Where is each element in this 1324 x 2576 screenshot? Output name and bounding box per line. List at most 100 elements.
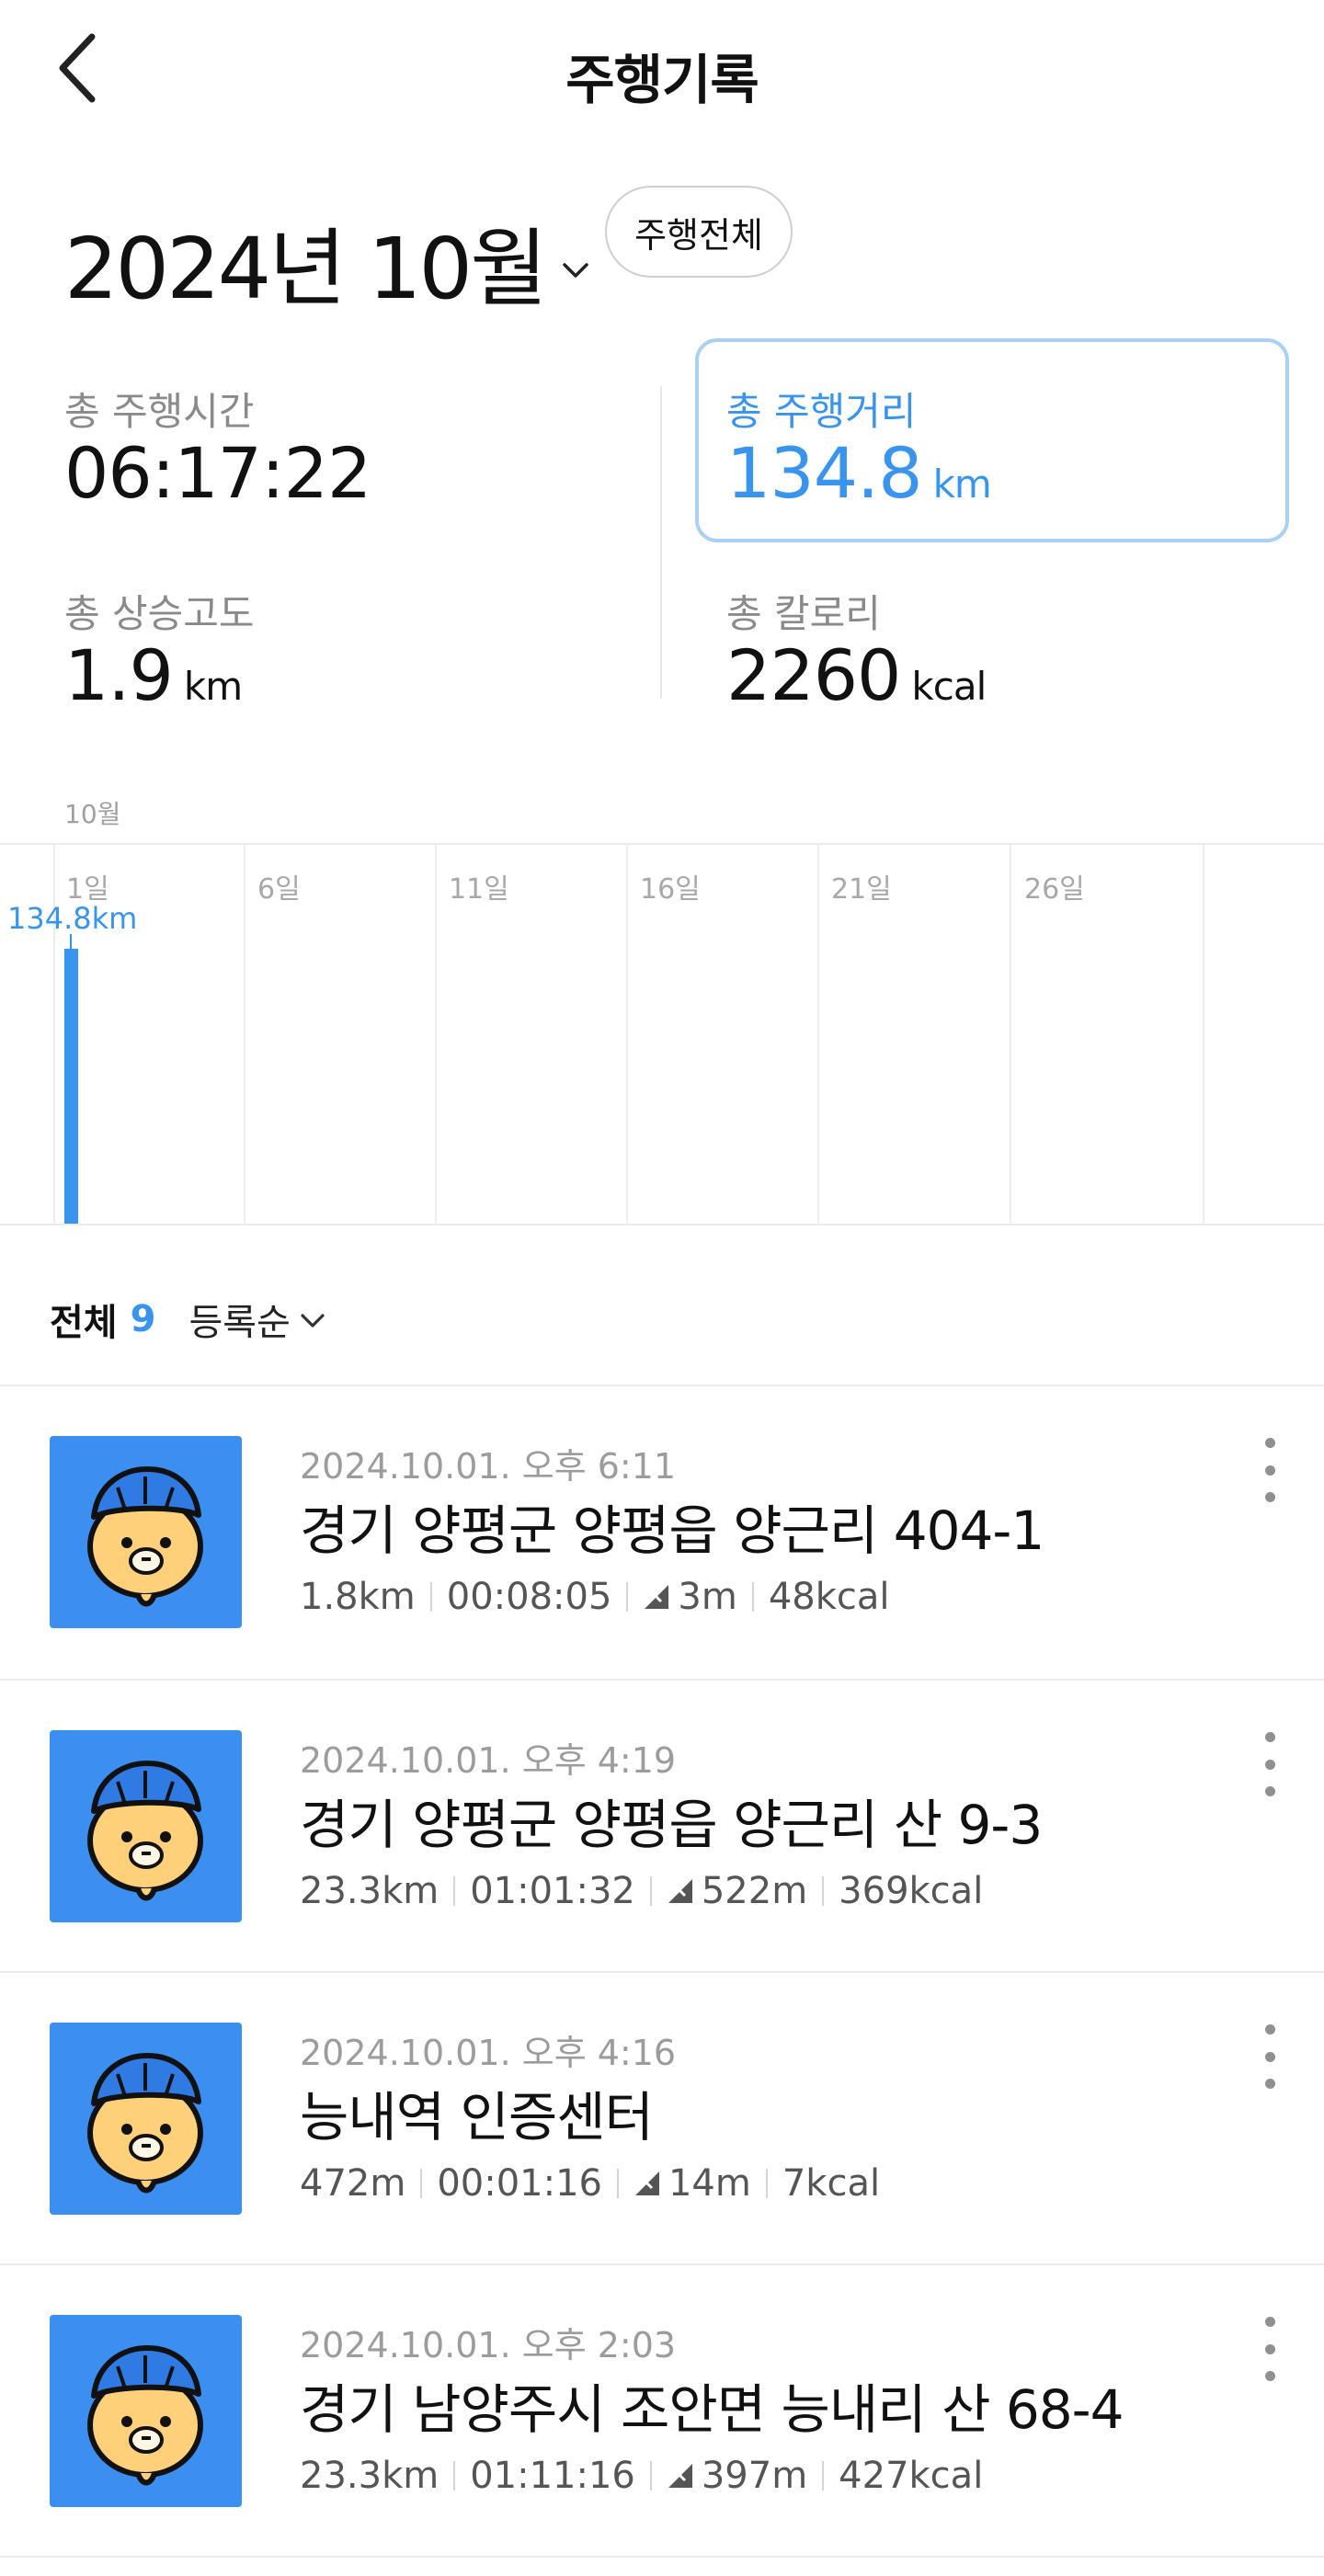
ride-item[interactable]: 2024.10.01. 오후 4:19 경기 양평군 양평읍 양근리 산 9-3… bbox=[0, 1681, 1324, 1973]
total-elevation-value: 1.9 km bbox=[64, 634, 243, 716]
stat-divider bbox=[822, 1876, 825, 1906]
total-count: 9 bbox=[130, 1298, 156, 1340]
x-tick-label: 11일 bbox=[449, 873, 509, 906]
stats-divider bbox=[660, 386, 662, 699]
grid-line bbox=[435, 845, 437, 1225]
more-options-icon[interactable] bbox=[1256, 2024, 1284, 2089]
stat-divider bbox=[453, 2461, 456, 2491]
ride-item[interactable]: 2024.10.01. 오후 4:16 능내역 인증센터 472m 00:01:… bbox=[0, 1973, 1324, 2265]
stat-divider bbox=[649, 2461, 652, 2491]
ride-datetime: 2024.10.01. 오후 4:16 bbox=[300, 2033, 677, 2073]
ride-thumbnail bbox=[50, 2023, 242, 2215]
ride-duration: 01:11:16 bbox=[470, 2455, 635, 2497]
climb-icon bbox=[643, 1583, 674, 1611]
helmet-character-icon bbox=[87, 2345, 203, 2486]
ride-calories: 369kcal bbox=[839, 1870, 984, 1912]
ride-elevation: 14m bbox=[668, 2162, 751, 2205]
bar-day-1[interactable] bbox=[64, 949, 78, 1224]
chevron-down-icon bbox=[562, 262, 588, 278]
total-calories-number: 2260 bbox=[726, 634, 901, 716]
ride-thumbnail bbox=[50, 1730, 242, 1922]
chevron-down-icon bbox=[301, 1314, 325, 1328]
ride-elevation: 3m bbox=[678, 1576, 737, 1618]
grid-line bbox=[1203, 845, 1204, 1225]
sort-label: 등록순 bbox=[188, 1302, 291, 1344]
page-title: 주행기록 bbox=[565, 49, 759, 111]
ride-filter-button[interactable]: 주행전체 bbox=[605, 186, 793, 278]
ride-duration: 00:01:16 bbox=[437, 2162, 602, 2205]
ride-thumbnail bbox=[50, 1436, 242, 1628]
grid-line bbox=[1010, 845, 1011, 1225]
ride-distance: 472m bbox=[300, 2162, 406, 2205]
helmet-character-icon bbox=[87, 2053, 203, 2194]
grid-line bbox=[817, 845, 819, 1225]
chart-month-label: 10월 bbox=[64, 799, 121, 829]
ride-stats: 1.8km 00:08:05 3m 48kcal bbox=[300, 1576, 890, 1618]
total-distance-label: 총 주행거리 bbox=[726, 389, 917, 434]
x-tick-label: 16일 bbox=[640, 873, 701, 906]
x-tick-label: 6일 bbox=[257, 873, 301, 906]
total-elevation-number: 1.9 bbox=[64, 634, 174, 716]
total-time-value: 06:17:22 bbox=[64, 432, 371, 514]
stat-divider bbox=[626, 1582, 629, 1612]
total-distance-number: 134.8 bbox=[726, 432, 923, 514]
ride-datetime: 2024.10.01. 오후 6:11 bbox=[300, 1446, 677, 1487]
ride-elevation: 522m bbox=[701, 1870, 808, 1912]
divider bbox=[0, 2556, 1324, 2558]
grid-line bbox=[244, 845, 245, 1225]
climb-icon bbox=[667, 1877, 698, 1905]
month-label: 2024년 10월 bbox=[64, 220, 548, 318]
ride-distance: 1.8km bbox=[300, 1576, 416, 1618]
stat-divider bbox=[751, 1582, 754, 1612]
ride-location: 경기 남양주시 조안면 능내리 산 68-4 bbox=[300, 2378, 1124, 2441]
bar-value-tick bbox=[70, 934, 72, 949]
ride-item[interactable]: 2024.10.01. 오후 2:03 경기 남양주시 조안면 능내리 산 68… bbox=[0, 2265, 1324, 2558]
ride-calories: 427kcal bbox=[839, 2455, 984, 2497]
total-label: 전체 bbox=[50, 1302, 118, 1344]
ride-location: 경기 양평군 양평읍 양근리 404-1 bbox=[300, 1499, 1044, 1562]
ride-datetime: 2024.10.01. 오후 2:03 bbox=[300, 2325, 677, 2365]
ride-item[interactable]: 2024.10.01. 오후 6:11 경기 양평군 양평읍 양근리 404-1… bbox=[0, 1386, 1324, 1679]
ride-location: 능내역 인증센터 bbox=[300, 2086, 654, 2149]
stat-divider bbox=[765, 2169, 768, 2198]
ride-distance: 23.3km bbox=[300, 1870, 439, 1912]
ride-duration: 00:08:05 bbox=[446, 1576, 612, 1618]
month-selector[interactable]: 2024년 10월 bbox=[64, 200, 589, 323]
helmet-character-icon bbox=[87, 1761, 203, 1901]
total-distance-unit: km bbox=[932, 462, 992, 507]
stat-divider bbox=[822, 2461, 825, 2491]
ride-distance: 23.3km bbox=[300, 2455, 439, 2497]
total-elevation-label: 총 상승고도 bbox=[64, 591, 255, 636]
ride-calories: 48kcal bbox=[768, 1576, 890, 1618]
more-options-icon[interactable] bbox=[1256, 1732, 1284, 1796]
stat-divider bbox=[649, 1876, 652, 1906]
climb-icon bbox=[633, 2170, 665, 2197]
sort-selector[interactable]: 등록순 bbox=[188, 1293, 325, 1346]
ride-stats: 23.3km 01:01:32 522m 369kcal bbox=[300, 1870, 983, 1912]
total-time-label: 총 주행시간 bbox=[64, 389, 255, 434]
total-calories-label: 총 칼로리 bbox=[726, 591, 881, 636]
more-options-icon[interactable] bbox=[1256, 1438, 1284, 1502]
stat-divider bbox=[420, 2169, 423, 2198]
total-calories-unit: kcal bbox=[911, 664, 987, 709]
total-distance-value: 134.8 km bbox=[726, 432, 992, 514]
stat-divider bbox=[429, 1582, 432, 1612]
more-options-icon[interactable] bbox=[1256, 2317, 1284, 2381]
bar-value-label: 134.8km bbox=[7, 901, 138, 936]
ride-datetime: 2024.10.01. 오후 4:19 bbox=[300, 1740, 677, 1781]
x-tick-label: 21일 bbox=[831, 873, 892, 906]
helmet-character-icon bbox=[87, 1466, 203, 1607]
stat-divider bbox=[453, 1876, 456, 1906]
grid-line bbox=[626, 845, 628, 1225]
total-elevation-unit: km bbox=[183, 664, 243, 709]
total-calories-value: 2260 kcal bbox=[726, 634, 987, 716]
ride-duration: 01:01:32 bbox=[470, 1870, 635, 1912]
stat-divider bbox=[616, 2169, 619, 2198]
list-header: 전체 9 등록순 bbox=[50, 1293, 325, 1346]
ride-thumbnail bbox=[50, 2315, 242, 2507]
ride-stats: 23.3km 01:11:16 397m 427kcal bbox=[300, 2455, 983, 2497]
ride-location: 경기 양평군 양평읍 양근리 산 9-3 bbox=[300, 1794, 1043, 1856]
ride-elevation: 397m bbox=[701, 2455, 808, 2497]
ride-calories: 7kcal bbox=[782, 2162, 881, 2205]
climb-icon bbox=[667, 2462, 698, 2490]
